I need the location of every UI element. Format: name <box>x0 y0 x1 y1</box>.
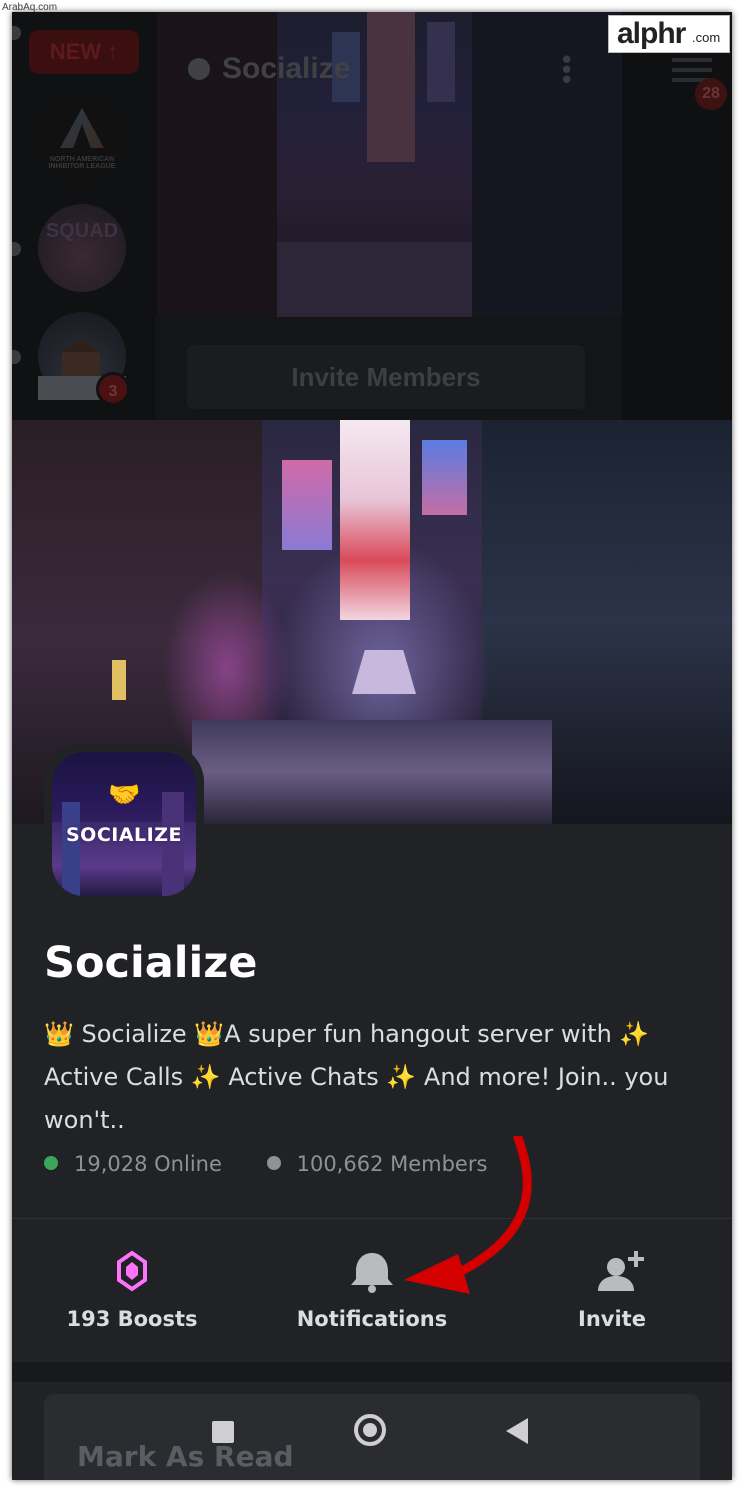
online-dot-icon <box>44 1156 58 1170</box>
phone-screen: NEW ↑ NORTH AMERICAN INHIBITOR LEAGUE SQ… <box>12 12 732 1480</box>
members-dot-icon <box>266 1156 281 1170</box>
server-description: 👑 Socialize 👑A super fun hangout server … <box>44 1020 669 1134</box>
invite-label: Invite <box>578 1307 646 1331</box>
server-icon-text: NORTH AMERICAN INHIBITOR LEAGUE <box>48 156 116 170</box>
cabin-icon <box>62 352 100 376</box>
server-name: Socialize <box>44 938 258 988</box>
league-logo-icon <box>60 108 104 148</box>
new-button[interactable]: NEW ↑ <box>29 30 139 74</box>
notifications-label: Notifications <box>296 1307 448 1331</box>
more-options-icon[interactable]: • • • <box>559 48 574 94</box>
home-icon[interactable] <box>354 1414 386 1446</box>
online-count: 19,028 Online <box>74 1152 222 1176</box>
dimmed-server-view: NEW ↑ NORTH AMERICAN INHIBITOR LEAGUE SQ… <box>12 12 732 420</box>
server-avatar-text: SOCIALIZE <box>66 824 182 846</box>
server-icon-north-american[interactable]: NORTH AMERICAN INHIBITOR LEAGUE <box>38 94 126 182</box>
section-separator <box>12 1362 732 1382</box>
boosts-label: 193 Boosts <box>66 1307 198 1331</box>
server-icon-text: SQUAD <box>45 220 119 242</box>
unread-count-badge: 28 <box>695 78 727 110</box>
handshake-icon: 🤝 <box>108 780 141 810</box>
android-navigation-bar <box>12 1388 732 1480</box>
server-avatar: 🤝 SOCIALIZE <box>44 744 204 904</box>
unread-indicator <box>12 242 21 256</box>
boosts-button[interactable]: 193 Boosts <box>12 1219 252 1362</box>
unread-indicator <box>12 350 21 364</box>
back-icon[interactable] <box>506 1418 528 1444</box>
server-badge-icon <box>188 58 210 80</box>
invite-members-button[interactable]: Invite Members <box>187 345 585 409</box>
server-rail: NEW ↑ NORTH AMERICAN INHIBITOR LEAGUE SQ… <box>12 12 152 420</box>
server-actions: 193 Boosts Notifications Invite <box>12 1219 732 1362</box>
annotation-arrow <box>404 1136 532 1294</box>
invite-card: Invite Members <box>155 317 622 420</box>
unread-indicator <box>12 26 21 40</box>
server-icon-squad[interactable]: SQUAD <box>38 204 126 292</box>
server-title: Socialize <box>188 52 350 86</box>
alphr-logo: alphr .com <box>608 15 730 53</box>
boost-gem-icon <box>117 1250 147 1292</box>
mention-badge: 3 <box>96 372 130 406</box>
recents-icon[interactable] <box>212 1421 234 1443</box>
